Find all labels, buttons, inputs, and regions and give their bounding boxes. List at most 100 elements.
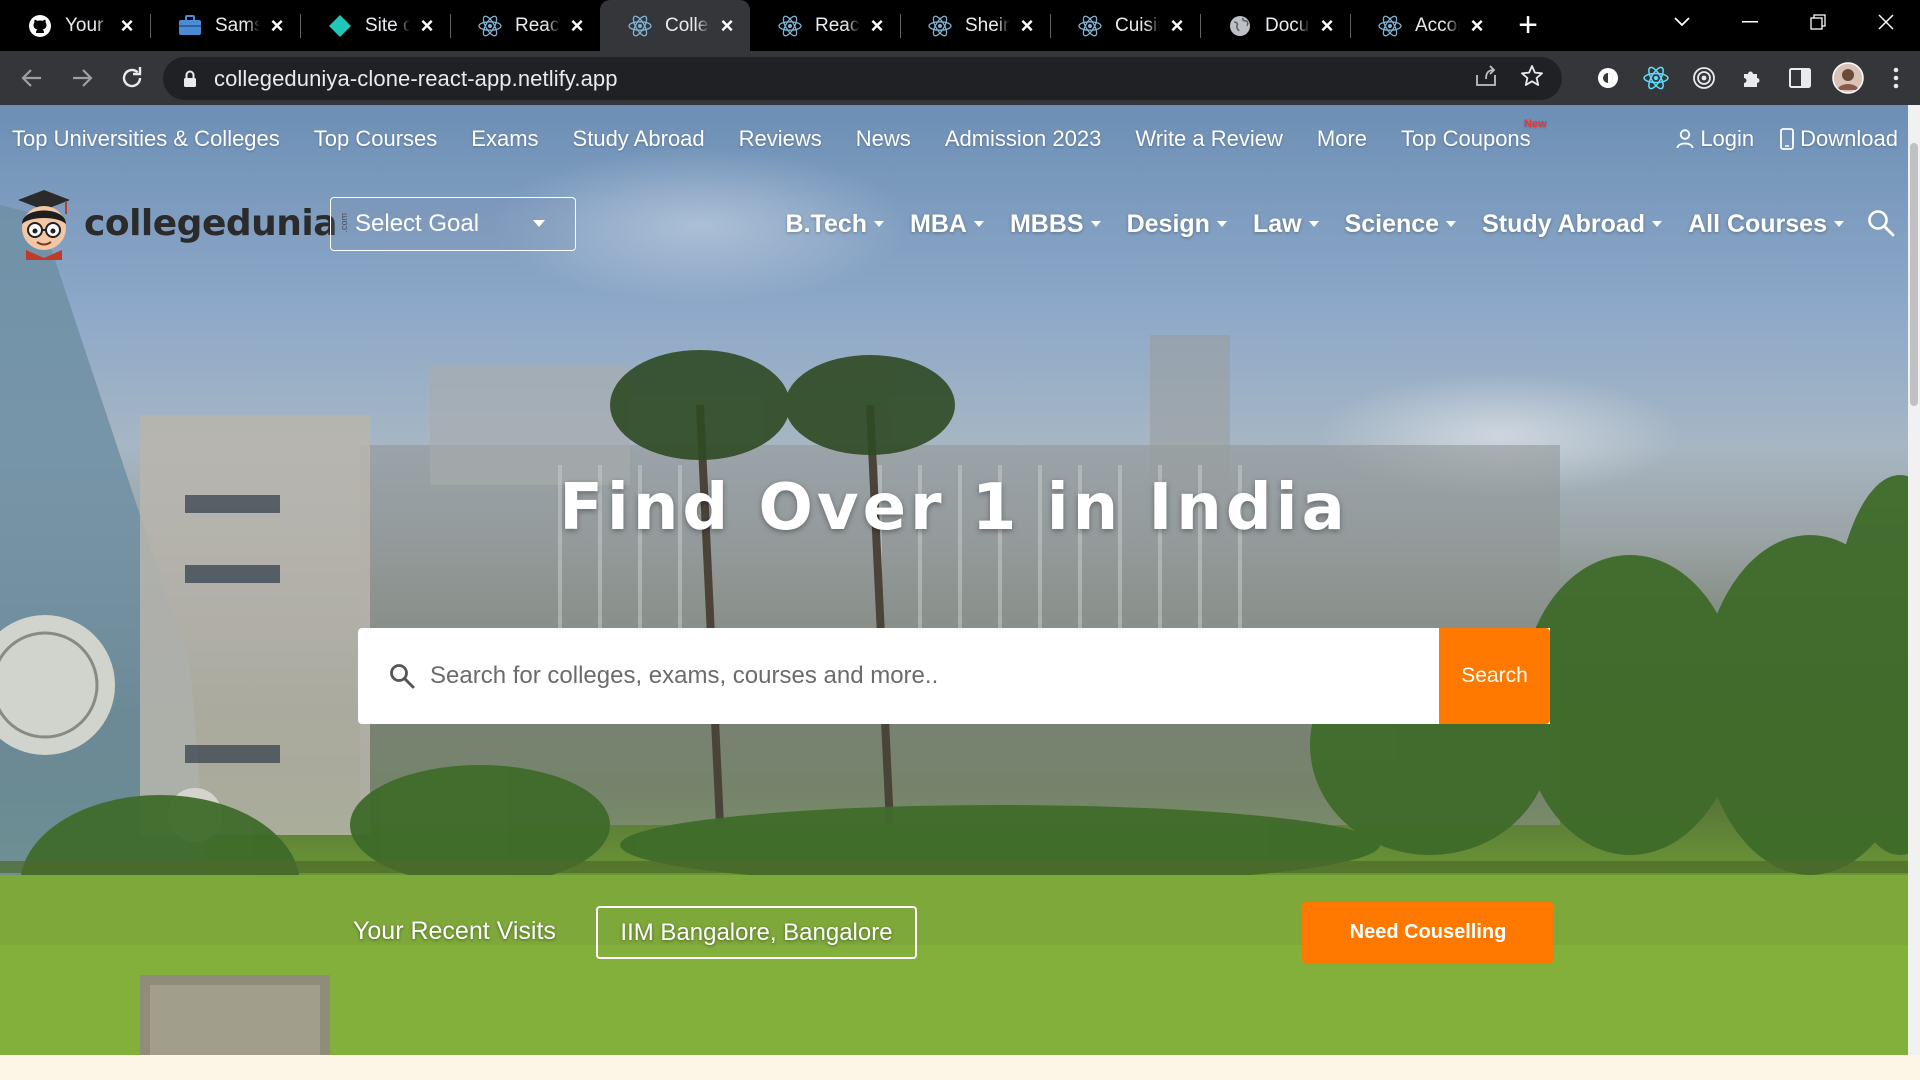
close-tab-icon[interactable]: ×	[1316, 13, 1338, 38]
browser-tab[interactable]: Cuisine ×	[1050, 0, 1200, 51]
caret-down-icon	[1090, 221, 1101, 227]
tab-search-chevron-icon[interactable]	[1648, 0, 1716, 44]
kebab-menu-icon[interactable]	[1872, 54, 1920, 102]
close-tab-icon[interactable]: ×	[1166, 13, 1188, 38]
tab-title: Site overview	[365, 14, 410, 36]
browser-tab[interactable]: Samsh... ×	[150, 0, 300, 51]
new-badge: New	[1524, 118, 1547, 130]
restore-icon[interactable]	[1784, 0, 1852, 44]
forward-arrow-icon[interactable]	[58, 54, 106, 102]
close-tab-icon[interactable]: ×	[116, 13, 138, 38]
download-label: Download	[1800, 126, 1898, 151]
download-link[interactable]: Download	[1780, 126, 1898, 152]
minimize-icon[interactable]	[1716, 0, 1784, 44]
topnav-write-review[interactable]: Write a Review	[1135, 126, 1283, 152]
browser-tab[interactable]: Site overview ×	[300, 0, 450, 51]
nav-label: All Courses	[1688, 209, 1827, 238]
caret-down-icon	[1446, 221, 1457, 227]
nav-design[interactable]: Design	[1127, 210, 1227, 239]
select-goal-dropdown[interactable]: Select Goal	[330, 197, 576, 251]
mobile-phone-icon	[1780, 128, 1795, 150]
share-icon[interactable]	[1474, 65, 1498, 92]
nav-btech[interactable]: B.Tech	[786, 210, 885, 239]
browser-tab[interactable]: React App ×	[750, 0, 900, 51]
web-page: Top Universities & Colleges Top Courses …	[0, 105, 1908, 1055]
extension-circle-icon[interactable]	[1584, 54, 1632, 102]
close-tab-icon[interactable]: ×	[716, 13, 738, 38]
lock-icon[interactable]	[181, 68, 199, 90]
close-tab-icon[interactable]: ×	[1016, 13, 1038, 38]
close-tab-icon[interactable]: ×	[266, 13, 288, 38]
tab-title: React App	[515, 14, 560, 36]
tab-title: React App	[815, 14, 860, 36]
browser-toolbar: collegeduniya-clone-react-app.netlify.ap…	[0, 51, 1920, 105]
nav-label: Design	[1126, 209, 1210, 238]
tab-title: Your Repositories	[65, 14, 110, 36]
browser-tab[interactable]: Documentation ×	[1200, 0, 1350, 51]
topnav-top-coupons[interactable]: Top Coupons New	[1401, 118, 1547, 152]
next-section-strip	[0, 1055, 1920, 1080]
netlify-icon	[328, 14, 352, 38]
close-tab-icon[interactable]: ×	[1466, 13, 1488, 38]
url-text[interactable]: collegeduniya-clone-react-app.netlify.ap…	[214, 66, 618, 92]
hero-search-bar	[358, 628, 1550, 724]
bookmark-star-icon[interactable]	[1520, 64, 1544, 93]
topnav-reviews[interactable]: Reviews	[739, 126, 822, 152]
nav-mba[interactable]: MBA	[910, 210, 984, 239]
nav-label: Law	[1252, 209, 1302, 238]
select-goal-label: Select Goal	[355, 210, 480, 237]
topnav-top-courses[interactable]: Top Courses	[314, 126, 438, 152]
nav-mbbs[interactable]: MBBS	[1010, 210, 1101, 239]
tab-title: Samsh...	[215, 14, 260, 36]
react-icon	[928, 14, 952, 38]
react-icon	[478, 14, 502, 38]
topnav-admission[interactable]: Admission 2023	[945, 126, 1102, 152]
caret-down-icon	[1308, 221, 1319, 227]
close-tab-icon[interactable]: ×	[416, 13, 438, 38]
extensions-puzzle-icon[interactable]	[1728, 54, 1776, 102]
browser-tab[interactable]: Shein Clone ×	[900, 0, 1050, 51]
react-devtools-icon[interactable]	[1632, 54, 1680, 102]
search-icon[interactable]	[1866, 208, 1896, 238]
topnav-exams[interactable]: Exams	[471, 126, 538, 152]
hero-search-input[interactable]	[430, 662, 1410, 690]
nav-all-courses[interactable]: All Courses	[1688, 210, 1844, 239]
extension-icons	[1584, 51, 1920, 105]
caret-down-icon	[874, 221, 885, 227]
browser-tab-active[interactable]: Collegedunia ×	[600, 0, 750, 51]
login-link[interactable]: Login	[1676, 126, 1754, 152]
browser-tab[interactable]: Accordion ×	[1350, 0, 1500, 51]
nav-science[interactable]: Science	[1345, 210, 1457, 239]
caret-down-icon	[973, 221, 984, 227]
new-tab-button[interactable]: +	[1500, 0, 1556, 51]
hero-search-button[interactable]: Search	[1439, 628, 1550, 724]
close-tab-icon[interactable]: ×	[566, 13, 588, 38]
github-icon	[28, 14, 52, 38]
side-panel-icon[interactable]	[1776, 54, 1824, 102]
address-bar[interactable]: collegeduniya-clone-react-app.netlify.ap…	[163, 57, 1562, 100]
react-icon	[778, 14, 802, 38]
need-counselling-button[interactable]: Need Couselling	[1302, 902, 1554, 963]
nav-label: MBA	[910, 209, 967, 238]
browser-tab[interactable]: Your Repositories ×	[0, 0, 150, 51]
browser-tab[interactable]: React App ×	[450, 0, 600, 51]
back-arrow-icon[interactable]	[8, 54, 56, 102]
close-tab-icon[interactable]: ×	[866, 13, 888, 38]
target-extension-icon[interactable]	[1680, 54, 1728, 102]
close-window-icon[interactable]	[1852, 0, 1920, 44]
topnav-top-universities[interactable]: Top Universities & Colleges	[12, 126, 280, 152]
top-navigation: Top Universities & Colleges Top Courses …	[0, 105, 1908, 173]
nav-law[interactable]: Law	[1253, 210, 1319, 239]
hero-title: Find Over 1 in India	[559, 471, 1349, 545]
topnav-more[interactable]: More	[1317, 126, 1367, 152]
page-scrollbar-thumb[interactable]	[1910, 143, 1918, 406]
nav-study-abroad[interactable]: Study Abroad	[1482, 210, 1663, 239]
caret-down-icon	[1652, 221, 1663, 227]
topnav-news[interactable]: News	[856, 126, 911, 152]
collegedunia-logo[interactable]: collegedunia .com	[10, 186, 349, 260]
profile-avatar[interactable]	[1824, 54, 1872, 102]
tab-title: Documentation	[1265, 14, 1310, 36]
recent-visit-chip[interactable]: IIM Bangalore, Bangalore	[596, 906, 917, 959]
topnav-study-abroad[interactable]: Study Abroad	[573, 126, 705, 152]
reload-icon[interactable]	[108, 54, 156, 102]
